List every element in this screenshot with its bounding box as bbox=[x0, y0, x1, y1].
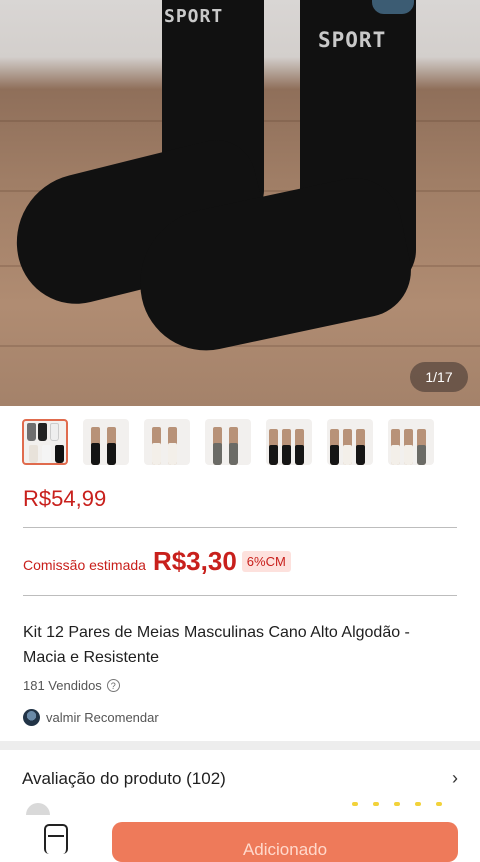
right-sock-text: SPORT bbox=[318, 28, 387, 52]
thumbnail-7[interactable] bbox=[388, 419, 434, 465]
recommender-text: valmir Recomendar bbox=[46, 710, 159, 725]
recommender-avatar bbox=[23, 709, 40, 726]
cart-icon[interactable] bbox=[44, 824, 68, 854]
thumbnail-6[interactable] bbox=[327, 419, 373, 465]
commission-row: Comissão estimada R$3,30 6%CM bbox=[23, 546, 291, 577]
add-to-list-button[interactable]: Adicionado bbox=[112, 822, 458, 862]
star-icon bbox=[415, 802, 421, 806]
thumbnail-strip bbox=[22, 419, 462, 467]
thumbnail-1[interactable] bbox=[22, 419, 68, 465]
floor-line bbox=[0, 345, 480, 347]
section-separator bbox=[0, 741, 480, 750]
commission-value: R$3,30 bbox=[152, 546, 237, 576]
product-image[interactable]: SPORT SPORT 1/17 bbox=[0, 0, 480, 406]
thumbnail-2[interactable] bbox=[83, 419, 129, 465]
star-icon bbox=[394, 802, 400, 806]
product-price: R$54,99 bbox=[23, 486, 107, 511]
help-circle-icon[interactable]: ? bbox=[106, 679, 120, 692]
star-icon bbox=[436, 802, 442, 806]
reviews-header[interactable]: Avaliação do produto (102) › bbox=[22, 768, 458, 789]
thumbnail-4[interactable] bbox=[205, 419, 251, 465]
product-title: Kit 12 Pares de Meias Masculinas Cano Al… bbox=[23, 624, 410, 666]
commission-label: Comissão estimada bbox=[23, 556, 146, 573]
commission-badge: 6%CM bbox=[241, 551, 291, 572]
sock-emblem bbox=[372, 0, 414, 14]
image-counter: 1/17 bbox=[410, 362, 468, 392]
thumbnail-5[interactable] bbox=[266, 419, 312, 465]
star-icon bbox=[373, 802, 379, 806]
star-icon bbox=[352, 802, 358, 806]
recommender-row[interactable]: valmir Recomendar bbox=[23, 709, 159, 726]
chevron-right-icon: › bbox=[452, 768, 458, 788]
reviewer-avatar bbox=[26, 803, 50, 815]
rating-stars bbox=[352, 802, 442, 806]
thumbnail-3[interactable] bbox=[144, 419, 190, 465]
divider bbox=[23, 595, 457, 596]
sold-text: 181 Vendidos bbox=[23, 678, 102, 693]
divider bbox=[23, 527, 457, 528]
sold-count: 181 Vendidos ? bbox=[23, 678, 120, 693]
left-sock-text: SPORT bbox=[164, 6, 224, 27]
reviews-title: Avaliação do produto (102) bbox=[22, 768, 226, 788]
